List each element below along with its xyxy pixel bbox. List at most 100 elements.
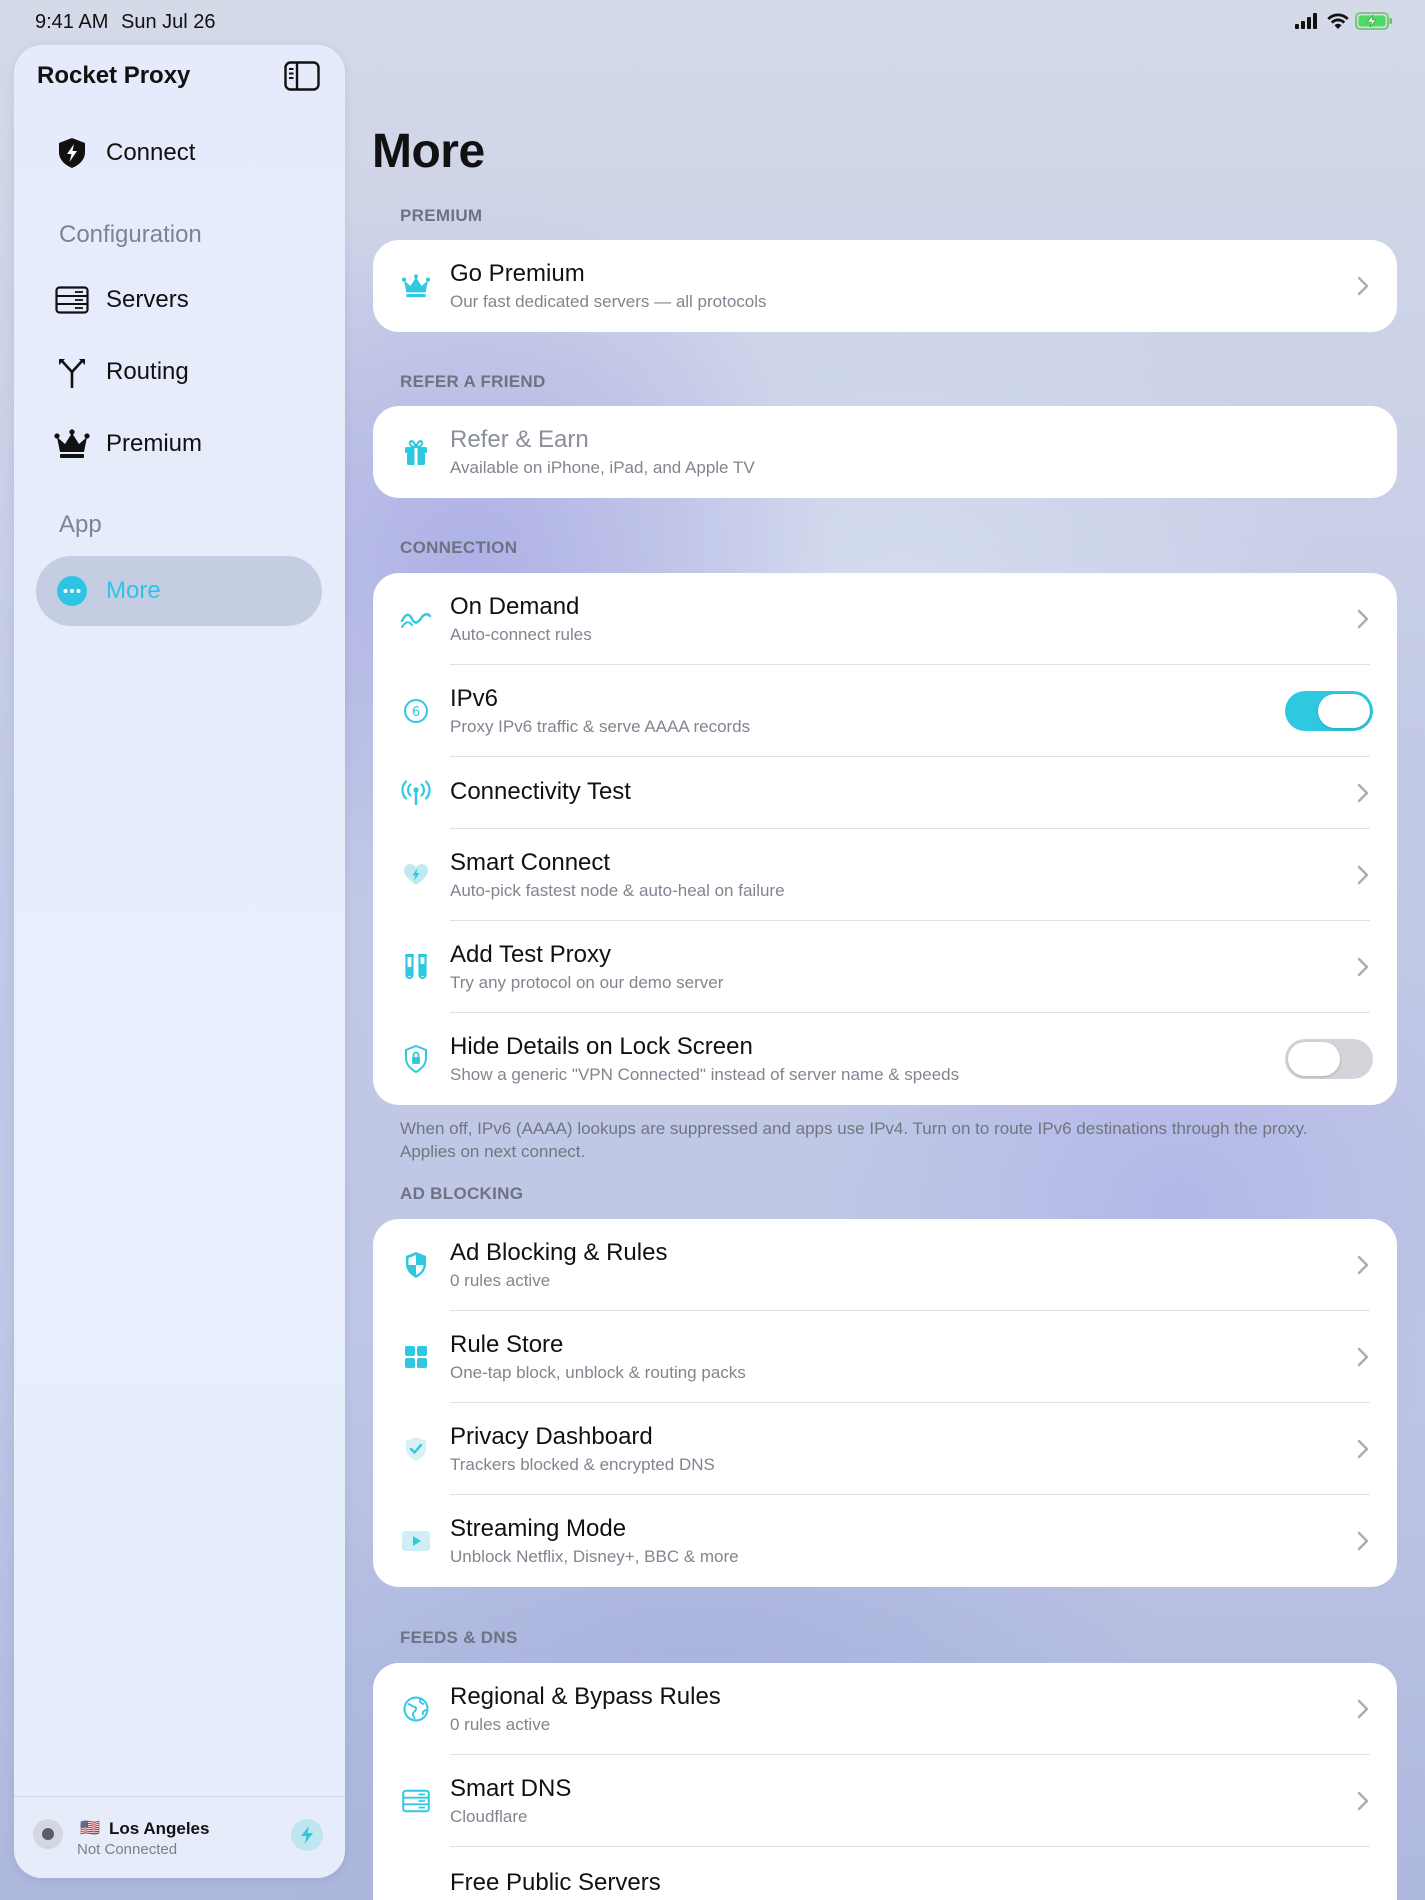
connection-footnote: When off, IPv6 (AAAA) lookups are suppre… [400, 1119, 1308, 1161]
chevron-right-icon [1357, 783, 1369, 803]
row-title: Privacy Dashboard [450, 1423, 653, 1450]
svg-text:6: 6 [412, 705, 420, 720]
antenna-icon [400, 1895, 432, 1900]
row-subtitle: Our fast dedicated servers — all protoco… [450, 292, 767, 311]
battery-charging-icon [1355, 12, 1392, 30]
row-title: Streaming Mode [450, 1515, 627, 1542]
server-icon [52, 280, 92, 320]
status-time: 9:41 AM [35, 11, 109, 33]
shield-bolt-icon [52, 133, 92, 173]
row-title: Go Premium [450, 260, 585, 287]
app-title: Rocket Proxy [37, 62, 191, 89]
row-ipv6: 6 IPv6 Proxy IPv6 traffic & serve AAAA r… [373, 665, 1397, 757]
sidebar-item-label: Routing [106, 358, 189, 385]
location-name: Los Angeles [109, 1819, 210, 1838]
row-subtitle: Auto-connect rules [450, 625, 592, 644]
card-feeds-dns: Regional & Bypass Rules 0 rules active S… [373, 1663, 1397, 1900]
row-subtitle: 0 rules active [450, 1715, 551, 1734]
row-subtitle: Available on iPhone, iPad, and Apple TV [450, 458, 755, 477]
chevron-right-icon [1357, 609, 1369, 629]
sidebar-item-more[interactable]: More [36, 556, 322, 626]
wifi-icon [1327, 13, 1349, 29]
row-add-test-proxy[interactable]: Add Test Proxy Try any protocol on our d… [373, 921, 1397, 1013]
sidebar: Rocket Proxy Connect Configuration Serve… [14, 45, 345, 1878]
row-subtitle: Auto-pick fastest node & auto-heal on fa… [450, 881, 785, 900]
row-streaming-mode[interactable]: Streaming Mode Unblock Netflix, Disney+,… [373, 1495, 1397, 1587]
row-title: Smart DNS [450, 1775, 572, 1802]
sidebar-item-label: Servers [106, 286, 189, 313]
section-header-premium: PREMIUM [400, 206, 483, 225]
row-rule-store[interactable]: Rule Store One-tap block, unblock & rout… [373, 1311, 1397, 1403]
routing-fork-icon [52, 352, 92, 392]
server-icon [400, 1785, 432, 1817]
globe-icon [400, 1693, 432, 1725]
play-rectangle-icon [400, 1525, 432, 1557]
section-configuration: Configuration [59, 221, 202, 248]
status-icons [1295, 12, 1393, 30]
shield-checkered-icon [400, 1249, 432, 1281]
section-header-refer: REFER A FRIEND [400, 372, 546, 391]
bolt-icon [301, 1826, 313, 1844]
quick-connect-button[interactable] [291, 1819, 323, 1851]
ipv6-six-circle-icon: 6 [400, 695, 432, 727]
row-subtitle: Cloudflare [450, 1807, 528, 1826]
crown-icon [52, 424, 92, 464]
sidebar-item-connect[interactable]: Connect [36, 118, 322, 188]
ipv6-toggle[interactable] [1285, 691, 1373, 731]
sidebar-item-premium[interactable]: Premium [36, 409, 322, 479]
row-title: IPv6 [450, 685, 499, 712]
row-subtitle: Show a generic "VPN Connected" instead o… [450, 1065, 960, 1084]
row-title: Free Public Servers [450, 1869, 661, 1896]
row-smart-connect[interactable]: Smart Connect Auto-pick fastest node & a… [373, 829, 1397, 921]
card-refer: Refer & Earn Available on iPhone, iPad, … [373, 406, 1397, 498]
antenna-icon [400, 777, 432, 809]
connection-status-indicator [33, 1819, 63, 1849]
card-premium: Go Premium Our fast dedicated servers — … [373, 240, 1397, 332]
chevron-right-icon [1357, 865, 1369, 885]
row-title: Refer & Earn [450, 426, 589, 453]
ellipsis-circle-icon [52, 571, 92, 611]
row-subtitle: Try any protocol on our demo server [450, 973, 724, 992]
row-ad-blocking-rules[interactable]: Ad Blocking & Rules 0 rules active [373, 1219, 1397, 1311]
chevron-right-icon [1357, 957, 1369, 977]
country-flag: 🇺🇸 [80, 1820, 100, 1837]
hide-details-toggle[interactable] [1285, 1039, 1373, 1079]
row-title: On Demand [450, 593, 580, 620]
row-on-demand[interactable]: On Demand Auto-connect rules [373, 573, 1397, 665]
sidebar-item-label: More [106, 577, 161, 604]
checkmark-shield-icon [400, 1433, 432, 1465]
sidebar-item-routing[interactable]: Routing [36, 337, 322, 407]
card-connection: On Demand Auto-connect rules 6 IPv6 Prox… [373, 573, 1397, 1105]
grid-squares-icon [400, 1341, 432, 1373]
row-subtitle: 0 rules active [450, 1271, 551, 1290]
chevron-right-icon [1357, 1439, 1369, 1459]
section-header-ad-blocking: AD BLOCKING [400, 1184, 524, 1203]
row-free-public-servers[interactable]: Free Public Servers [373, 1847, 1397, 1900]
chevron-right-icon [1357, 1791, 1369, 1811]
row-subtitle: Trackers blocked & encrypted DNS [450, 1455, 715, 1474]
test-tubes-icon [400, 951, 432, 983]
row-connectivity-test[interactable]: Connectivity Test [373, 757, 1397, 829]
section-header-connection: CONNECTION [400, 538, 518, 557]
status-bar: 9:41 AM Sun Jul 26 [0, 0, 1425, 44]
chevron-right-icon [1357, 1255, 1369, 1275]
sidebar-item-servers[interactable]: Servers [36, 265, 322, 335]
sidebar-toggle-icon[interactable] [284, 61, 320, 91]
row-smart-dns[interactable]: Smart DNS Cloudflare [373, 1755, 1397, 1847]
chevron-right-icon [1357, 1347, 1369, 1367]
heart-bolt-icon [400, 859, 432, 891]
chevron-right-icon [1357, 1699, 1369, 1719]
shield-lock-icon [400, 1043, 432, 1075]
row-privacy-dashboard[interactable]: Privacy Dashboard Trackers blocked & enc… [373, 1403, 1397, 1495]
row-go-premium[interactable]: Go Premium Our fast dedicated servers — … [373, 240, 1397, 332]
row-subtitle: Proxy IPv6 traffic & serve AAAA records [450, 717, 751, 736]
row-regional-bypass[interactable]: Regional & Bypass Rules 0 rules active [373, 1663, 1397, 1755]
connection-status-bar[interactable]: 🇺🇸 Los Angeles Not Connected [14, 1796, 345, 1878]
row-subtitle: Unblock Netflix, Disney+, BBC & more [450, 1547, 739, 1566]
chevron-right-icon [1357, 276, 1369, 296]
row-title: Ad Blocking & Rules [450, 1239, 668, 1266]
row-hide-details-lock-screen: Hide Details on Lock Screen Show a gener… [373, 1013, 1397, 1105]
row-refer-earn[interactable]: Refer & Earn Available on iPhone, iPad, … [373, 406, 1397, 498]
row-title: Add Test Proxy [450, 941, 611, 968]
row-title: Hide Details on Lock Screen [450, 1033, 753, 1060]
